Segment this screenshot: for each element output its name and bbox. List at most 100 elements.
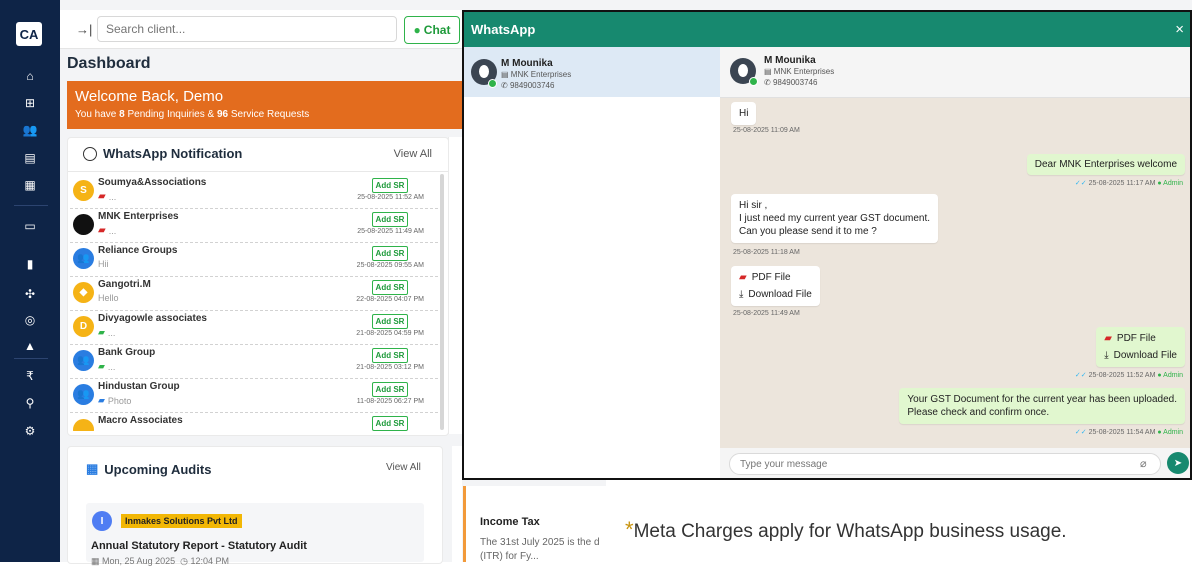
message-time: 25-08-2025 11:49 AM xyxy=(357,228,424,235)
list-item[interactable]: ◆ Gangotri.M Hello Add SR 22-08-2025 04:… xyxy=(70,277,438,311)
bell-icon[interactable]: ▲ xyxy=(0,338,60,354)
list-item[interactable]: Macro Associates Add SR xyxy=(70,413,438,431)
building-icon: ▤ xyxy=(501,70,509,79)
whatsapp-users-icon: ● xyxy=(413,23,421,37)
avatar xyxy=(73,214,94,235)
chat-contact-company: ▤ MNK Enterprises xyxy=(764,67,835,76)
chat-pane: M Mounika ▤ MNK Enterprises ✆ 9849003746… xyxy=(720,47,1190,478)
whatsapp-icon[interactable]: ◎ xyxy=(0,312,60,328)
contact-name: Soumya&Associations xyxy=(98,177,207,188)
contact-list: M Mounika ▤ MNK Enterprises ✆ 9849003746 xyxy=(464,47,721,478)
online-status-dot xyxy=(749,77,758,86)
company-badge: Inmakes Solutions Pvt Ltd xyxy=(121,514,242,528)
last-message: ▰... xyxy=(98,225,117,236)
file-name: ▰ PDF File xyxy=(1104,333,1156,344)
outgoing-message: Your GST Document for the current year h… xyxy=(899,388,1185,424)
chat-button[interactable]: ● Chat xyxy=(404,16,460,44)
add-sr-button[interactable]: Add SR xyxy=(372,314,408,329)
welcome-summary: You have 8 Pending Inquiries & 96 Servic… xyxy=(75,109,310,120)
message-time: 25-08-2025 11:18 AM xyxy=(733,249,800,256)
list-item[interactable]: 👥 Bank Group ▰... Add SR 21-08-2025 03:1… xyxy=(70,345,438,379)
add-sr-button[interactable]: Add SR xyxy=(372,280,408,295)
whatsapp-notification-title: WhatsApp Notification xyxy=(103,146,243,161)
last-message: ▰ Photo xyxy=(98,395,132,406)
settings-node-icon[interactable]: ✣ xyxy=(0,286,60,302)
document-icon[interactable]: ▦ xyxy=(0,177,60,193)
message-time: 25-08-2025 11:09 AM xyxy=(733,127,800,134)
group-avatar-icon: 👥 xyxy=(73,384,94,405)
welcome-banner: Welcome Back, Demo You have 8 Pending In… xyxy=(67,81,462,129)
status-dot: ● xyxy=(1157,429,1162,436)
phone-icon: ✆ xyxy=(764,78,771,87)
home-icon[interactable]: ⌂ xyxy=(0,68,60,84)
close-icon[interactable]: × xyxy=(1175,21,1184,38)
whatsapp-dialog-header: WhatsApp × xyxy=(464,12,1190,47)
collapse-sidebar-icon[interactable]: →| xyxy=(76,22,92,37)
add-sr-button[interactable]: Add SR xyxy=(372,416,408,431)
online-status-dot xyxy=(488,79,497,88)
whatsapp-notification-header: WhatsApp Notification xyxy=(83,146,242,161)
contact-company: ▤ MNK Enterprises xyxy=(501,70,572,79)
upcoming-audits-title: Upcoming Audits xyxy=(104,461,212,477)
calendar-icon[interactable]: ▭ xyxy=(0,218,60,234)
list-item[interactable]: MNK Enterprises ▰... Add SR 25-08-2025 1… xyxy=(70,209,438,243)
contact-name: Bank Group xyxy=(98,347,156,358)
send-button[interactable]: ➤ xyxy=(1167,452,1189,474)
sheet-icon: ▰ xyxy=(98,327,105,337)
chat-contact-name: M Mounika xyxy=(764,55,816,66)
attach-icon[interactable]: ⌀ xyxy=(1140,457,1147,470)
list-item[interactable]: S Soumya&Associations ▰... Add SR 25-08-… xyxy=(70,175,438,209)
income-tax-text: The 31st July 2025 is the d (ITR) for Fy… xyxy=(480,537,600,562)
avatar: I xyxy=(92,511,112,531)
list-item[interactable]: 👥 Reliance Groups Hii Add SR 25-08-2025 … xyxy=(70,243,438,277)
add-sr-button[interactable]: Add SR xyxy=(372,178,408,193)
search-client-input[interactable] xyxy=(97,16,397,42)
contact-name: Divyagowle associates xyxy=(98,313,207,324)
message-meta: ✓✓ 25-08-2025 11:54 AM ● Admin xyxy=(1074,429,1183,436)
grid-icon[interactable]: ⊞ xyxy=(0,95,60,111)
rupee-icon[interactable]: ₹ xyxy=(0,368,60,384)
phone-icon: ✆ xyxy=(501,81,508,90)
diamond-avatar-icon: ◆ xyxy=(73,282,94,303)
contact-name: MNK Enterprises xyxy=(98,211,179,222)
add-sr-button[interactable]: Add SR xyxy=(372,348,408,363)
divider xyxy=(68,171,448,172)
add-sr-button[interactable]: Add SR xyxy=(372,382,408,397)
download-file-button[interactable]: ⤓ Download File xyxy=(739,288,812,301)
pdf-icon: ▰ xyxy=(739,272,747,283)
last-message: ▰... xyxy=(98,327,116,338)
whatsapp-dialog-title: WhatsApp xyxy=(471,22,536,37)
asterisk-icon: * xyxy=(625,517,634,542)
notification-scrollbar[interactable] xyxy=(440,174,444,430)
gear-icon[interactable]: ⚙ xyxy=(0,423,60,439)
building-icon: ▤ xyxy=(764,67,772,76)
contact-name: Macro Associates xyxy=(98,415,183,426)
list-item[interactable]: 👥 Hindustan Group ▰ Photo Add SR 11-08-20… xyxy=(70,379,438,413)
add-sr-button[interactable]: Add SR xyxy=(372,246,408,261)
app-logo[interactable]: CA xyxy=(16,22,42,46)
user-key-icon[interactable]: ⚲ xyxy=(0,395,60,411)
contact-item[interactable]: M Mounika ▤ MNK Enterprises ✆ 9849003746 xyxy=(464,47,720,97)
pdf-icon: ▰ xyxy=(98,225,106,236)
list-item[interactable]: D Divyagowle associates ▰... Add SR 21-0… xyxy=(70,311,438,345)
incoming-message: Hi sir , I just need my current year GST… xyxy=(731,194,939,243)
users-icon[interactable]: 👥 xyxy=(0,122,60,138)
audit-title: Annual Statutory Report - Statutory Audi… xyxy=(91,540,307,552)
welcome-text: Welcome Back, Demo xyxy=(75,88,224,105)
view-all-link[interactable]: View All xyxy=(386,462,421,473)
double-tick-icon: ✓✓ xyxy=(1074,372,1087,379)
message-time: 21-08-2025 03:12 PM xyxy=(356,364,424,371)
audit-item[interactable] xyxy=(86,503,424,562)
clipboard-icon[interactable]: ▤ xyxy=(0,150,60,166)
message-time: 25-08-2025 11:49 AM xyxy=(733,310,800,317)
calendar-icon: ▦ xyxy=(86,461,99,476)
message-input[interactable] xyxy=(729,453,1161,475)
contact-name: M Mounika xyxy=(501,58,553,69)
view-all-link[interactable]: View All xyxy=(394,148,432,160)
last-message: ▰... xyxy=(98,361,116,372)
message-time: 25-08-2025 11:52 AM xyxy=(357,194,424,201)
file-icon[interactable]: ▮ xyxy=(0,256,60,272)
sheet-icon: ▰ xyxy=(98,361,105,371)
download-file-button[interactable]: ⤓ Download File xyxy=(1104,349,1177,362)
add-sr-button[interactable]: Add SR xyxy=(372,212,408,227)
